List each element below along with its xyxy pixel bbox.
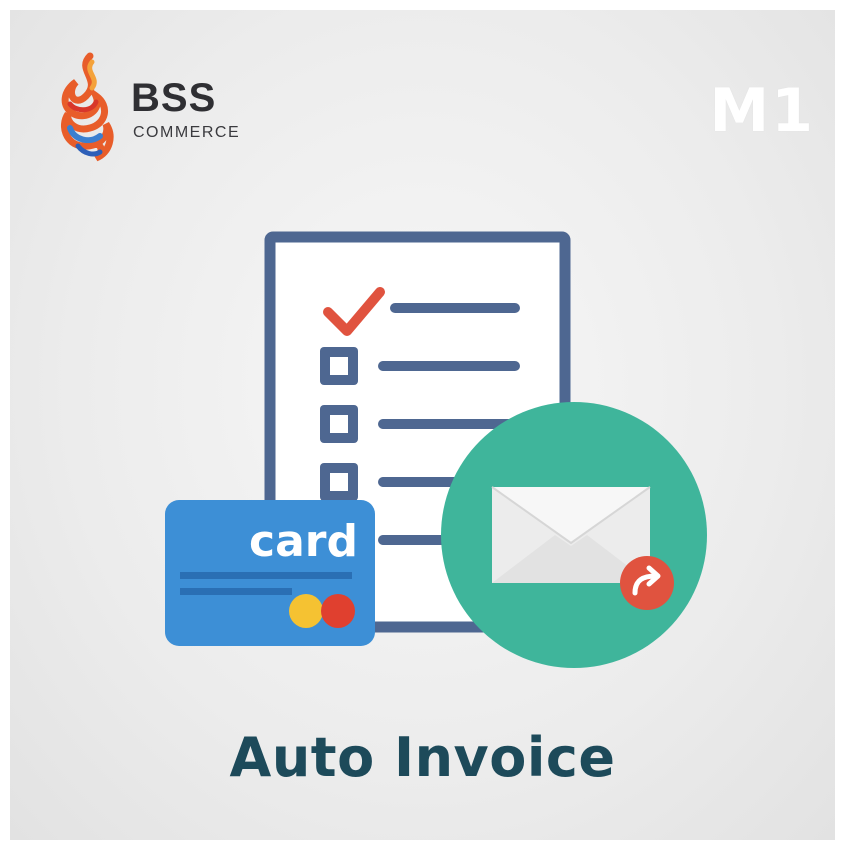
credit-card-icon: card: [165, 500, 375, 646]
checkbox-icon: [320, 463, 358, 501]
checklist-line: [378, 361, 520, 371]
product-title: Auto Invoice: [229, 726, 616, 789]
product-banner: BSS COMMERCE M1 card Auto Invoice: [10, 10, 835, 840]
card-label: card: [249, 516, 358, 567]
checklist-line: [390, 303, 520, 313]
checkbox-icon: [320, 347, 358, 385]
coin-red: [321, 594, 355, 628]
checkbox-icon: [320, 405, 358, 443]
coin-yellow: [289, 594, 323, 628]
auto-invoice-illustration: card: [165, 231, 707, 668]
forward-arrow-icon: [620, 556, 674, 610]
